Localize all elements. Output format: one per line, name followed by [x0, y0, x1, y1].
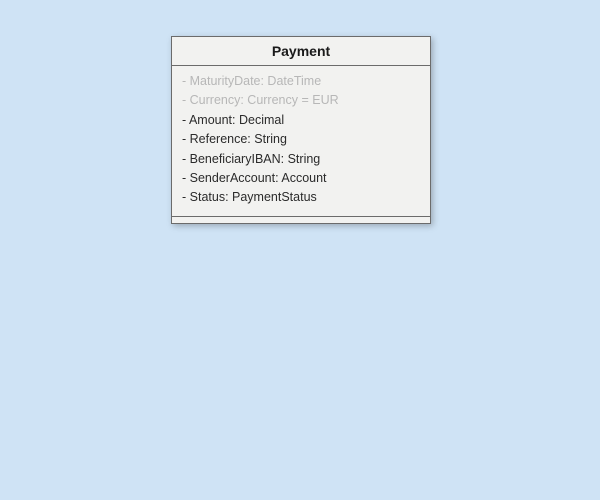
class-attributes: - MaturityDate: DateTime - Currency: Cur… — [172, 66, 430, 217]
class-attribute: - Amount: Decimal — [182, 111, 420, 130]
class-attribute: - SenderAccount: Account — [182, 169, 420, 188]
class-attribute: - Currency: Currency = EUR — [182, 91, 420, 110]
class-attribute: - MaturityDate: DateTime — [182, 72, 420, 91]
class-operations-empty — [172, 217, 430, 223]
class-attribute: - Status: PaymentStatus — [182, 188, 420, 207]
class-attribute: - BeneficiaryIBAN: String — [182, 150, 420, 169]
class-title: Payment — [172, 37, 430, 66]
class-attribute: - Reference: String — [182, 130, 420, 149]
uml-class-box: Payment - MaturityDate: DateTime - Curre… — [171, 36, 431, 224]
